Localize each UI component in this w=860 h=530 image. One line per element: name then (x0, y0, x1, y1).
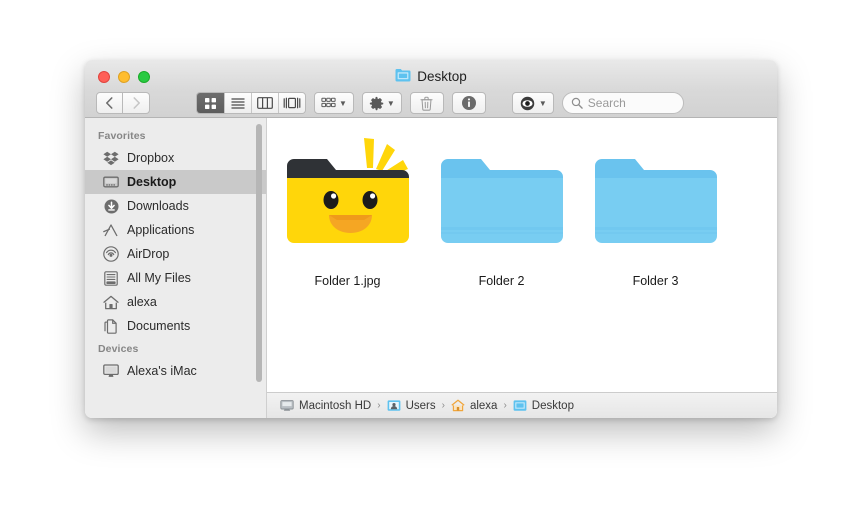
home-folder-icon (451, 399, 465, 412)
file-item[interactable]: Folder 1.jpg (285, 136, 410, 288)
sidebar-section-header-favorites: Favorites (98, 130, 146, 142)
window-titlebar: Desktop ▼ ▼ ▼ Search (85, 60, 777, 118)
icon-view-button[interactable] (197, 93, 224, 113)
sidebar-item-downloads[interactable]: Downloads (85, 194, 266, 218)
path-separator: › (441, 400, 445, 411)
get-info-button[interactable] (451, 92, 486, 114)
file-item-label: Folder 2 (478, 274, 525, 288)
sidebar-scrollbar[interactable] (256, 124, 262, 382)
path-item-label: alexa (469, 399, 498, 412)
sidebar-item-label: Desktop (127, 175, 177, 189)
icon-grid: Folder 1.jpg Folder 2 Folder 3 (267, 118, 777, 392)
blue-folder-icon (589, 136, 723, 263)
path-bar: Macintosh HD › Users › alexa › Desktop (267, 392, 777, 418)
chevron-down-icon: ▼ (538, 98, 547, 108)
applications-icon (103, 222, 119, 238)
path-item-alexa[interactable]: alexa (451, 399, 498, 412)
sidebar: Favorites Dropbox Desktop Downloads Appl… (85, 118, 267, 418)
sidebar-section-header-devices: Devices (98, 343, 139, 355)
downloads-icon (103, 198, 119, 214)
sidebar-item-label: Documents (127, 319, 191, 333)
sidebar-item-label: Dropbox (127, 151, 175, 165)
path-item-label: Users (405, 399, 436, 412)
trash-icon (420, 96, 433, 111)
file-item[interactable]: Folder 3 (593, 136, 718, 288)
sidebar-item-all-my-files[interactable]: All My Files (85, 266, 266, 290)
path-item-desktop[interactable]: Desktop (513, 399, 574, 412)
info-icon (461, 96, 476, 110)
search-placeholder: Search (587, 96, 626, 110)
list-view-button[interactable] (224, 93, 251, 113)
coverflow-icon (283, 97, 301, 109)
sidebar-item-label: Alexa's iMac (127, 364, 197, 378)
path-separator: › (503, 400, 507, 411)
window-body: Favorites Dropbox Desktop Downloads Appl… (85, 118, 777, 418)
file-item-label: Folder 3 (632, 274, 679, 288)
chick-folder-icon (281, 136, 415, 263)
hard-drive-icon (280, 400, 294, 411)
view-mode-segmented-control (196, 92, 306, 114)
sidebar-item-label: alexa (127, 295, 157, 309)
arrange-grid-icon (321, 97, 336, 107)
home-icon (103, 294, 119, 310)
forward-button[interactable] (123, 92, 150, 114)
imac-icon (103, 363, 119, 379)
sidebar-item-alexa[interactable]: alexa (85, 290, 266, 314)
path-item-macintosh-hd[interactable]: Macintosh HD (280, 399, 371, 412)
window-title: Desktop (85, 68, 777, 85)
grid-icon (205, 97, 216, 109)
sidebar-item-label: All My Files (127, 271, 191, 285)
path-item-label: Desktop (531, 399, 574, 412)
path-item-users[interactable]: Users (387, 399, 436, 412)
blue-folder-icon (435, 136, 569, 263)
dropbox-icon (103, 150, 119, 166)
sidebar-item-applications[interactable]: Applications (85, 218, 266, 242)
delete-button[interactable] (409, 92, 444, 114)
desktop-icon (103, 174, 119, 190)
documents-icon (103, 318, 119, 334)
path-item-label: Macintosh HD (299, 399, 372, 412)
sidebar-item-label: AirDrop (127, 247, 170, 261)
finder-window: Desktop ▼ ▼ ▼ Search Favorites Dropbox D… (85, 60, 777, 418)
arrange-by-button[interactable]: ▼ (314, 92, 354, 114)
airdrop-icon (103, 246, 119, 262)
blue-folder-icon (513, 400, 527, 411)
dropbox-share-button[interactable]: ▼ (511, 92, 554, 114)
chevron-left-icon (106, 97, 113, 109)
action-button[interactable]: ▼ (361, 92, 402, 114)
window-toolbar: ▼ ▼ ▼ Search (85, 88, 777, 118)
file-item-label: Folder 1.jpg (314, 274, 381, 288)
sidebar-item-dropbox[interactable]: Dropbox (85, 146, 266, 170)
all-my-files-icon (103, 270, 119, 286)
list-icon (231, 98, 245, 109)
chevron-down-icon: ▼ (339, 98, 347, 108)
chevron-right-icon (133, 97, 140, 109)
gear-icon (369, 96, 384, 110)
window-title-text: Desktop (417, 69, 467, 84)
search-field[interactable]: Search (561, 92, 684, 114)
columns-icon (257, 97, 273, 109)
sidebar-item-airdrop[interactable]: AirDrop (85, 242, 266, 266)
chevron-down-icon: ▼ (386, 98, 395, 108)
file-browser-content: Folder 1.jpg Folder 2 Folder 3 Macintosh… (267, 118, 777, 418)
file-item[interactable]: Folder 2 (439, 136, 564, 288)
screenshot-stage: Desktop ▼ ▼ ▼ Search Favorites Dropbox D… (0, 0, 860, 530)
path-separator: › (377, 400, 381, 411)
sidebar-item-documents[interactable]: Documents (85, 314, 266, 338)
users-folder-icon (387, 400, 400, 411)
sidebar-item-alexas-imac[interactable]: Alexa's iMac (85, 359, 266, 383)
eye-icon (520, 96, 535, 110)
sidebar-item-label: Applications (127, 223, 195, 237)
column-view-button[interactable] (251, 93, 278, 113)
navigation-buttons (96, 92, 150, 114)
sidebar-item-desktop[interactable]: Desktop (85, 170, 266, 194)
sidebar-item-label: Downloads (127, 199, 189, 213)
search-icon (571, 97, 583, 109)
back-button[interactable] (96, 92, 123, 114)
coverflow-view-button[interactable] (278, 93, 305, 113)
blue-folder-icon (395, 68, 411, 85)
